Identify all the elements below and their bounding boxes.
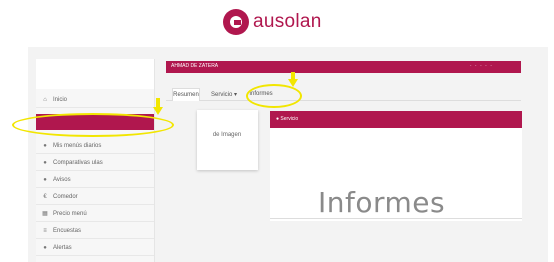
- circle-icon: ●: [43, 176, 47, 183]
- sidebar-item-inicio[interactable]: ⌂ Inicio: [36, 92, 154, 108]
- sidebar-item-label: Comedor: [53, 193, 78, 200]
- sidebar-item-menus-diarios[interactable]: ● Mis menús diarios: [36, 138, 154, 154]
- image-card[interactable]: [197, 110, 258, 170]
- arrow-down-icon: [153, 98, 163, 115]
- euro-icon: €: [43, 193, 47, 200]
- top-bar: [166, 61, 521, 73]
- tab-label: Servicio ▾: [210, 91, 238, 98]
- sidebar-item-comparativas[interactable]: ● Comparativas ulas: [36, 155, 154, 171]
- tab-servicio[interactable]: Servicio ▾: [205, 88, 243, 100]
- logo-mark-icon: [223, 9, 249, 35]
- circle-icon: ●: [43, 244, 47, 251]
- sidebar-item-label: Precio menú: [53, 210, 87, 217]
- sidebar-item-label: Encuestas: [53, 227, 82, 234]
- document-icon: ▦: [42, 211, 48, 217]
- sidebar-item-label: Avisos: [53, 176, 71, 183]
- sidebar-item-encuestas[interactable]: ≡ Encuestas: [36, 223, 154, 239]
- arrow-down-icon: [288, 72, 298, 87]
- circle-icon: ●: [43, 159, 47, 166]
- sidebar-item-avisos[interactable]: ● Avisos: [36, 172, 154, 188]
- ausolan-logo: ausolan: [223, 8, 322, 36]
- sidebar-item-label: Alertas: [53, 244, 72, 251]
- tab-label: Resumen: [173, 92, 199, 98]
- logo-text: ausolan: [253, 11, 322, 32]
- sidebar-item-label: Mis menús diarios: [53, 142, 102, 149]
- panel-title: ● Servicio: [276, 116, 299, 122]
- page-title: AHMAD DE ZATERA: [171, 63, 219, 69]
- sidebar-item-label: Comparativas ulas: [53, 159, 103, 166]
- list-icon: ≡: [43, 227, 47, 234]
- sidebar-item-alertas[interactable]: ● Alertas: [36, 240, 154, 256]
- highlight-ellipse-sidebar: [12, 113, 174, 137]
- home-icon: ⌂: [43, 96, 47, 103]
- tab-resumen[interactable]: Resumen: [172, 88, 200, 101]
- informes-heading: Informes: [318, 186, 446, 219]
- circle-icon: ●: [43, 142, 47, 149]
- sidebar-item-label: Inicio: [53, 96, 68, 103]
- panel-header: [270, 111, 522, 128]
- image-card-label: de Imagen: [212, 132, 242, 138]
- user-menu[interactable]: · · · · ·: [470, 63, 493, 69]
- sidebar-item-comedor[interactable]: € Comedor: [36, 189, 154, 205]
- sidebar-header: [36, 59, 154, 89]
- sidebar-item-precio-menu[interactable]: ▦ Precio menú: [36, 206, 154, 222]
- tabs-divider: [166, 100, 521, 101]
